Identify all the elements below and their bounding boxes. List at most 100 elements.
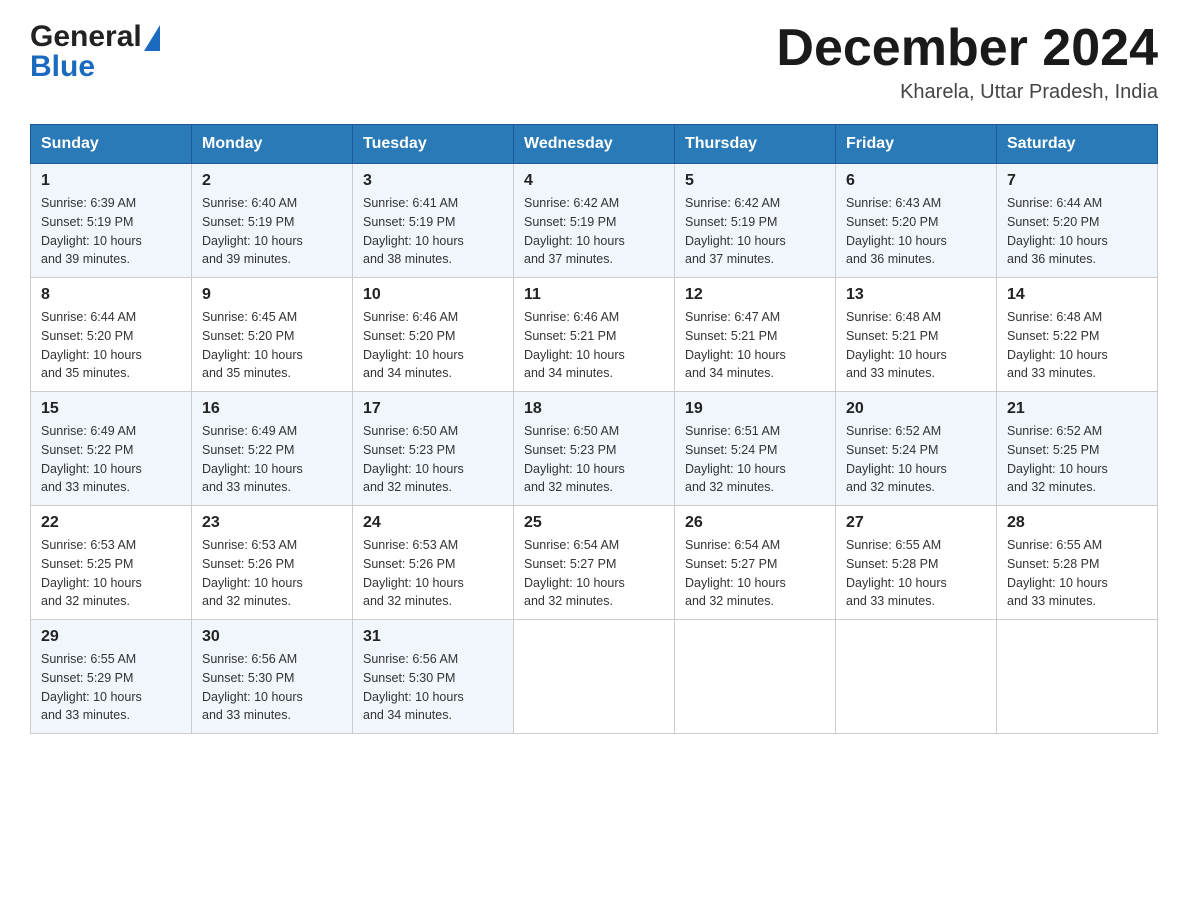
day-number: 2 [202,172,342,190]
day-number: 6 [846,172,986,190]
calendar-cell: 18 Sunrise: 6:50 AMSunset: 5:23 PMDaylig… [514,392,675,506]
logo-blue: Blue [30,50,160,84]
calendar-cell: 19 Sunrise: 6:51 AMSunset: 5:24 PMDaylig… [675,392,836,506]
day-number: 17 [363,400,503,418]
day-number: 20 [846,400,986,418]
day-info: Sunrise: 6:39 AMSunset: 5:19 PMDaylight:… [41,196,142,266]
day-number: 29 [41,628,181,646]
calendar-cell: 6 Sunrise: 6:43 AMSunset: 5:20 PMDayligh… [836,164,997,278]
calendar-cell: 7 Sunrise: 6:44 AMSunset: 5:20 PMDayligh… [997,164,1158,278]
day-info: Sunrise: 6:40 AMSunset: 5:19 PMDaylight:… [202,196,303,266]
day-header-sunday: Sunday [31,125,192,164]
day-info: Sunrise: 6:49 AMSunset: 5:22 PMDaylight:… [41,424,142,494]
day-header-monday: Monday [192,125,353,164]
logo-general: General [30,20,142,54]
calendar-cell: 22 Sunrise: 6:53 AMSunset: 5:25 PMDaylig… [31,506,192,620]
calendar-week-row: 22 Sunrise: 6:53 AMSunset: 5:25 PMDaylig… [31,506,1158,620]
day-number: 25 [524,514,664,532]
calendar-cell [514,620,675,734]
calendar-cell: 10 Sunrise: 6:46 AMSunset: 5:20 PMDaylig… [353,278,514,392]
day-number: 22 [41,514,181,532]
calendar-week-row: 1 Sunrise: 6:39 AMSunset: 5:19 PMDayligh… [31,164,1158,278]
calendar-week-row: 8 Sunrise: 6:44 AMSunset: 5:20 PMDayligh… [31,278,1158,392]
calendar-cell: 16 Sunrise: 6:49 AMSunset: 5:22 PMDaylig… [192,392,353,506]
day-info: Sunrise: 6:47 AMSunset: 5:21 PMDaylight:… [685,310,786,380]
calendar-cell: 11 Sunrise: 6:46 AMSunset: 5:21 PMDaylig… [514,278,675,392]
calendar-cell: 17 Sunrise: 6:50 AMSunset: 5:23 PMDaylig… [353,392,514,506]
calendar-cell: 13 Sunrise: 6:48 AMSunset: 5:21 PMDaylig… [836,278,997,392]
day-number: 5 [685,172,825,190]
day-number: 24 [363,514,503,532]
day-info: Sunrise: 6:54 AMSunset: 5:27 PMDaylight:… [524,538,625,608]
month-title: December 2024 [776,20,1158,77]
calendar-cell: 5 Sunrise: 6:42 AMSunset: 5:19 PMDayligh… [675,164,836,278]
calendar-cell: 1 Sunrise: 6:39 AMSunset: 5:19 PMDayligh… [31,164,192,278]
calendar-cell: 31 Sunrise: 6:56 AMSunset: 5:30 PMDaylig… [353,620,514,734]
location: Kharela, Uttar Pradesh, India [776,81,1158,104]
day-info: Sunrise: 6:49 AMSunset: 5:22 PMDaylight:… [202,424,303,494]
day-info: Sunrise: 6:42 AMSunset: 5:19 PMDaylight:… [524,196,625,266]
day-info: Sunrise: 6:55 AMSunset: 5:29 PMDaylight:… [41,652,142,722]
day-number: 19 [685,400,825,418]
page-header: General Blue December 2024 Kharela, Utta… [30,20,1158,104]
day-info: Sunrise: 6:52 AMSunset: 5:24 PMDaylight:… [846,424,947,494]
logo-arrow-icon [144,25,160,51]
day-number: 28 [1007,514,1147,532]
calendar-cell: 14 Sunrise: 6:48 AMSunset: 5:22 PMDaylig… [997,278,1158,392]
calendar-cell: 20 Sunrise: 6:52 AMSunset: 5:24 PMDaylig… [836,392,997,506]
day-info: Sunrise: 6:46 AMSunset: 5:21 PMDaylight:… [524,310,625,380]
calendar-cell: 25 Sunrise: 6:54 AMSunset: 5:27 PMDaylig… [514,506,675,620]
calendar-cell: 26 Sunrise: 6:54 AMSunset: 5:27 PMDaylig… [675,506,836,620]
day-info: Sunrise: 6:50 AMSunset: 5:23 PMDaylight:… [524,424,625,494]
day-info: Sunrise: 6:56 AMSunset: 5:30 PMDaylight:… [202,652,303,722]
day-number: 10 [363,286,503,304]
day-number: 30 [202,628,342,646]
calendar-cell: 23 Sunrise: 6:53 AMSunset: 5:26 PMDaylig… [192,506,353,620]
day-info: Sunrise: 6:51 AMSunset: 5:24 PMDaylight:… [685,424,786,494]
calendar-cell [997,620,1158,734]
calendar-cell: 2 Sunrise: 6:40 AMSunset: 5:19 PMDayligh… [192,164,353,278]
day-number: 8 [41,286,181,304]
day-header-tuesday: Tuesday [353,125,514,164]
day-info: Sunrise: 6:45 AMSunset: 5:20 PMDaylight:… [202,310,303,380]
day-header-thursday: Thursday [675,125,836,164]
calendar-cell [836,620,997,734]
calendar-cell: 21 Sunrise: 6:52 AMSunset: 5:25 PMDaylig… [997,392,1158,506]
calendar-week-row: 29 Sunrise: 6:55 AMSunset: 5:29 PMDaylig… [31,620,1158,734]
day-info: Sunrise: 6:53 AMSunset: 5:26 PMDaylight:… [363,538,464,608]
day-info: Sunrise: 6:53 AMSunset: 5:26 PMDaylight:… [202,538,303,608]
day-header-friday: Friday [836,125,997,164]
logo: General Blue [30,20,160,84]
calendar-cell: 8 Sunrise: 6:44 AMSunset: 5:20 PMDayligh… [31,278,192,392]
day-number: 16 [202,400,342,418]
day-number: 27 [846,514,986,532]
calendar-cell: 30 Sunrise: 6:56 AMSunset: 5:30 PMDaylig… [192,620,353,734]
day-info: Sunrise: 6:44 AMSunset: 5:20 PMDaylight:… [1007,196,1108,266]
day-number: 14 [1007,286,1147,304]
calendar-cell [675,620,836,734]
day-number: 9 [202,286,342,304]
day-info: Sunrise: 6:54 AMSunset: 5:27 PMDaylight:… [685,538,786,608]
day-info: Sunrise: 6:48 AMSunset: 5:21 PMDaylight:… [846,310,947,380]
day-info: Sunrise: 6:53 AMSunset: 5:25 PMDaylight:… [41,538,142,608]
day-header-saturday: Saturday [997,125,1158,164]
day-number: 7 [1007,172,1147,190]
day-number: 31 [363,628,503,646]
day-number: 21 [1007,400,1147,418]
day-header-wednesday: Wednesday [514,125,675,164]
day-info: Sunrise: 6:56 AMSunset: 5:30 PMDaylight:… [363,652,464,722]
calendar-cell: 9 Sunrise: 6:45 AMSunset: 5:20 PMDayligh… [192,278,353,392]
day-info: Sunrise: 6:46 AMSunset: 5:20 PMDaylight:… [363,310,464,380]
day-info: Sunrise: 6:44 AMSunset: 5:20 PMDaylight:… [41,310,142,380]
calendar-cell: 28 Sunrise: 6:55 AMSunset: 5:28 PMDaylig… [997,506,1158,620]
day-info: Sunrise: 6:41 AMSunset: 5:19 PMDaylight:… [363,196,464,266]
day-info: Sunrise: 6:55 AMSunset: 5:28 PMDaylight:… [1007,538,1108,608]
day-number: 15 [41,400,181,418]
calendar-table: SundayMondayTuesdayWednesdayThursdayFrid… [30,124,1158,734]
day-number: 3 [363,172,503,190]
day-number: 12 [685,286,825,304]
day-number: 1 [41,172,181,190]
calendar-week-row: 15 Sunrise: 6:49 AMSunset: 5:22 PMDaylig… [31,392,1158,506]
title-block: December 2024 Kharela, Uttar Pradesh, In… [776,20,1158,104]
day-info: Sunrise: 6:52 AMSunset: 5:25 PMDaylight:… [1007,424,1108,494]
